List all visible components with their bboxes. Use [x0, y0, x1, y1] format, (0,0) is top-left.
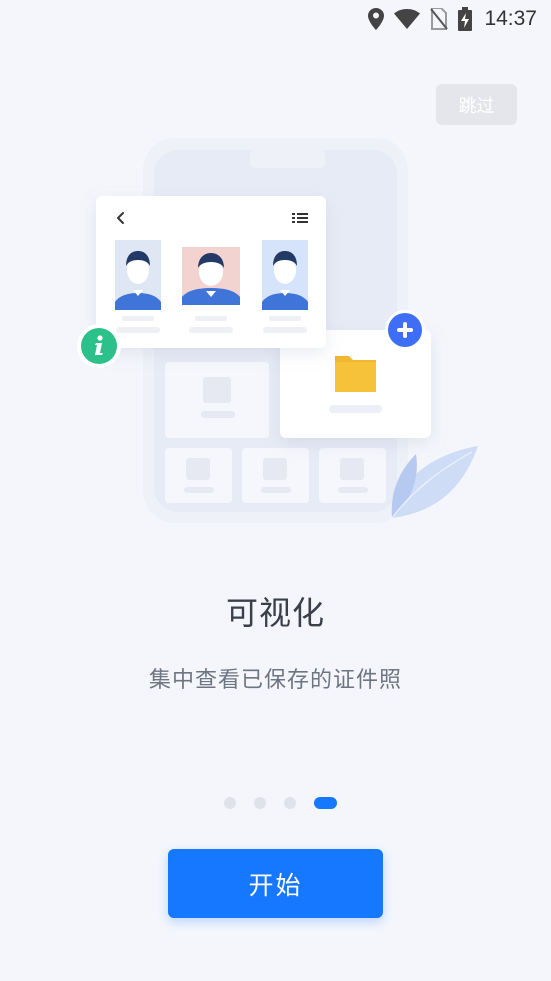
page-dot-2 — [254, 797, 266, 809]
status-time: 14:37 — [484, 7, 537, 30]
id-photo-1 — [115, 240, 161, 310]
page-dot-3 — [284, 797, 296, 809]
location-icon — [368, 8, 385, 30]
plus-icon — [385, 310, 425, 350]
start-button[interactable]: 开始 — [168, 849, 383, 918]
page-dot-4-active — [314, 797, 337, 809]
info-icon — [77, 324, 121, 368]
list-icon — [292, 213, 308, 223]
status-bar: 14:37 — [0, 0, 551, 38]
page-title: 可视化 — [225, 594, 325, 632]
id-photo-3 — [262, 240, 308, 310]
page-dot-1 — [224, 797, 236, 809]
page-indicator — [0, 797, 551, 809]
wifi-icon — [394, 9, 421, 29]
folder-icon — [335, 356, 376, 392]
battery-charging-icon — [458, 7, 473, 31]
no-sim-icon — [430, 8, 449, 30]
page-subtitle: 集中查看已保存的证件照 — [148, 668, 402, 693]
folder-label-placeholder — [329, 405, 382, 413]
skip-button[interactable]: 跳过 — [436, 84, 517, 125]
onboarding-illustration — [77, 138, 478, 523]
id-photo-2 — [182, 247, 240, 305]
